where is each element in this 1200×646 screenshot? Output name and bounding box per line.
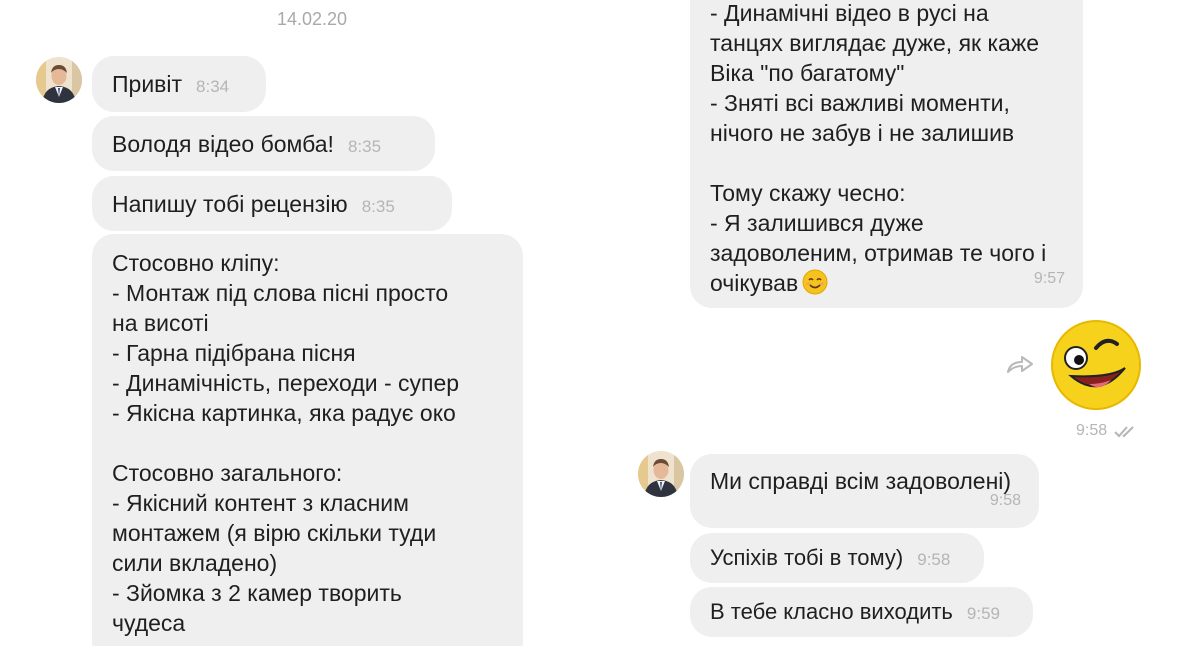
message-bubble[interactable]: Стосовно кліпу: - Монтаж під слова пісні…	[92, 234, 523, 646]
message-bubble[interactable]: - Динамічні відео в русі на танцях вигля…	[690, 0, 1083, 308]
message-time: 8:34	[196, 77, 230, 96]
sticker-time: 9:58	[1076, 422, 1108, 439]
message-time: 9:59	[966, 604, 1000, 623]
avatar-photo	[36, 57, 82, 103]
message-time: 8:35	[361, 197, 395, 216]
forward-arrow-icon[interactable]	[1004, 352, 1036, 376]
message-text: Привіт	[112, 71, 183, 97]
message-bubble[interactable]: Володя відео бомба! 8:35	[92, 116, 435, 171]
message-time: 8:35	[347, 137, 382, 156]
message-text: - Динамічні відео в русі на танцях вигля…	[710, 0, 1047, 296]
double-check-icon	[1114, 426, 1134, 438]
smiling-face-emoji	[802, 269, 828, 295]
message-text: Володя відео бомба!	[112, 131, 334, 157]
message-time: 9:57	[1033, 270, 1065, 287]
message-bubble[interactable]: Привіт 8:34	[92, 56, 266, 112]
contact-avatar[interactable]	[36, 57, 82, 103]
date-separator: 14.02.20	[276, 9, 348, 29]
message-bubble[interactable]: Ми справді всім задоволені) 9:58	[690, 454, 1039, 528]
chat-pane-left: 14.02.20 Привіт 8:34 Володя відео бомба! 8…	[0, 0, 600, 646]
message-bubble[interactable]: В тебе класно виходить 9:59	[690, 587, 1033, 637]
message-time: 9:58	[989, 492, 1021, 509]
message-text: Стосовно кліпу: - Монтаж під слова пісні…	[112, 250, 460, 636]
contact-avatar[interactable]	[638, 451, 684, 497]
winking-laughing-face-sticker[interactable]	[1049, 318, 1143, 412]
message-bubble[interactable]: Напишу тобі рецензію 8:35	[92, 176, 452, 231]
message-text: Успіхів тобі в тому)	[710, 545, 904, 570]
message-text: В тебе класно виходить	[710, 599, 953, 624]
message-text: Напишу тобі рецензію	[112, 191, 348, 217]
message-bubble[interactable]: Успіхів тобі в тому) 9:58	[690, 533, 984, 583]
avatar-photo	[638, 451, 684, 497]
message-text: Ми справді всім задоволені)	[710, 468, 1012, 494]
chat-pane-right: - Динамічні відео в русі на танцях вигля…	[600, 0, 1200, 646]
message-time: 9:58	[917, 550, 951, 569]
